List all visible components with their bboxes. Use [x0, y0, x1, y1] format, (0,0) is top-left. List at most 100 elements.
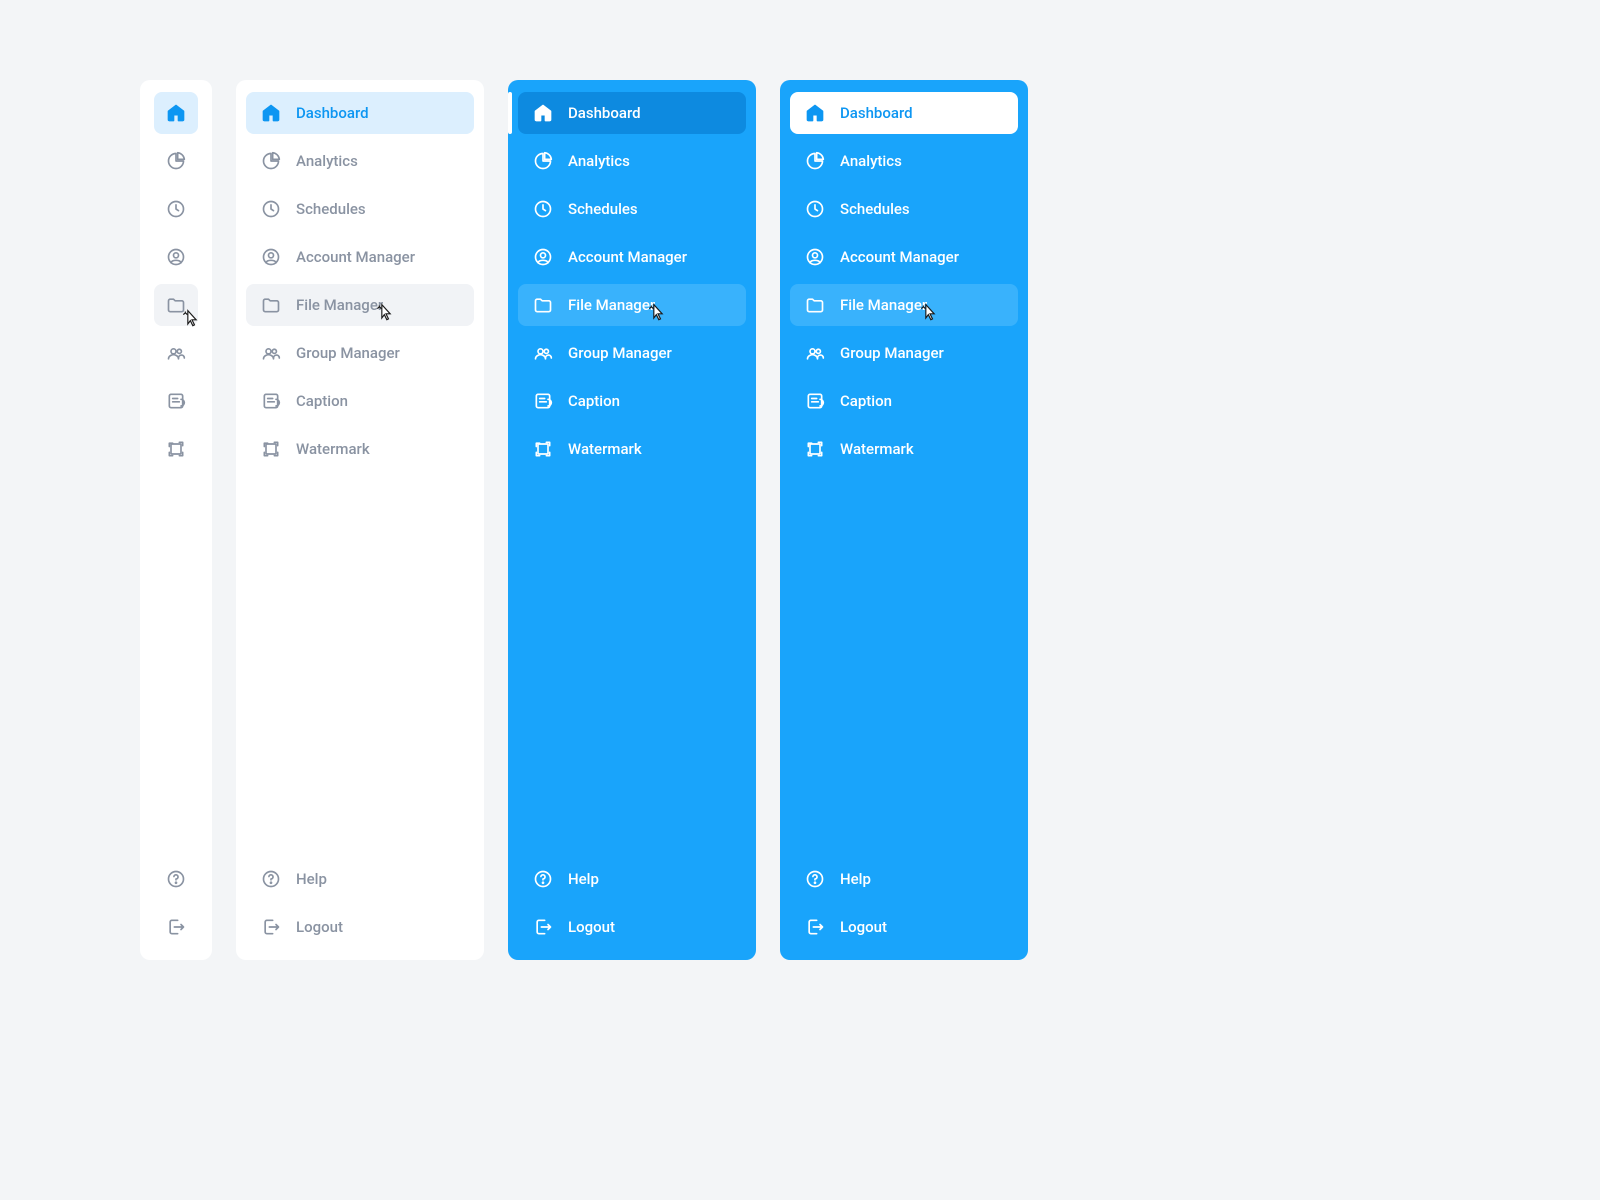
home-icon: [165, 102, 187, 124]
help-icon: [804, 868, 826, 890]
sidebar-item-analytics[interactable]: Analytics: [790, 140, 1018, 182]
sidebar-item-label: Account Manager: [296, 248, 415, 266]
sidebar-item-file-manager[interactable]: File Manager: [246, 284, 474, 326]
sidebar-item-watermark[interactable]: Watermark: [790, 428, 1018, 470]
footer-group: Help Logout: [790, 858, 1018, 948]
caption-icon: [804, 390, 826, 412]
sidebar-item-account-manager[interactable]: Account Manager: [518, 236, 746, 278]
clock-icon: [804, 198, 826, 220]
sidebar-item-help[interactable]: Help: [790, 858, 1018, 900]
sidebar-item-file-manager[interactable]: File Manager: [154, 284, 198, 326]
watermark-icon: [804, 438, 826, 460]
watermark-icon: [532, 438, 554, 460]
sidebar-item-dashboard[interactable]: Dashboard: [154, 92, 198, 134]
sidebar-item-label: Caption: [296, 392, 348, 410]
sidebar-item-group-manager[interactable]: Group Manager: [154, 332, 198, 374]
footer-group: Help Logout: [154, 858, 198, 948]
sidebar-variants-stage: Dashboard Analytics Schedules Account Manag…: [0, 0, 1600, 1040]
group-icon: [165, 342, 187, 364]
group-icon: [532, 342, 554, 364]
sidebar-item-logout[interactable]: Logout: [518, 906, 746, 948]
sidebar-item-logout[interactable]: Logout: [790, 906, 1018, 948]
sidebar-item-group-manager[interactable]: Group Manager: [246, 332, 474, 374]
clock-icon: [260, 198, 282, 220]
sidebar-item-watermark[interactable]: Watermark: [518, 428, 746, 470]
sidebar-item-label: Analytics: [840, 152, 902, 170]
nav-group: Dashboard Analytics Schedules Account Manag…: [154, 92, 198, 858]
sidebar-item-label: Dashboard: [840, 104, 913, 122]
help-icon: [260, 868, 282, 890]
caption-icon: [532, 390, 554, 412]
sidebar-item-caption[interactable]: Caption: [246, 380, 474, 422]
watermark-icon: [165, 438, 187, 460]
caption-icon: [165, 390, 187, 412]
sidebar-item-label: Logout: [568, 918, 615, 936]
sidebar-item-schedules[interactable]: Schedules: [154, 188, 198, 230]
home-icon: [260, 102, 282, 124]
home-icon: [532, 102, 554, 124]
folder-icon: [804, 294, 826, 316]
nav-group: Dashboard Analytics Schedules Account Manag…: [518, 92, 746, 858]
sidebar-item-group-manager[interactable]: Group Manager: [518, 332, 746, 374]
sidebar-item-account-manager[interactable]: Account Manager: [790, 236, 1018, 278]
sidebar-item-analytics[interactable]: Analytics: [518, 140, 746, 182]
piechart-icon: [165, 150, 187, 172]
sidebar-expanded-blue-pill: Dashboard Analytics Schedules Account Manag…: [780, 80, 1028, 960]
sidebar-item-label: Group Manager: [568, 344, 672, 362]
sidebar-item-label: File Manager: [840, 296, 927, 314]
sidebar-item-help[interactable]: Help: [246, 858, 474, 900]
sidebar-item-label: Help: [840, 870, 871, 888]
sidebar-item-label: Help: [568, 870, 599, 888]
sidebar-item-label: Watermark: [296, 440, 370, 458]
sidebar-item-label: Account Manager: [568, 248, 687, 266]
sidebar-expanded-light: Dashboard Analytics Schedules Account Manag…: [236, 80, 484, 960]
sidebar-item-dashboard[interactable]: Dashboard: [518, 92, 746, 134]
sidebar-item-label: Schedules: [296, 200, 366, 218]
sidebar-item-schedules[interactable]: Schedules: [518, 188, 746, 230]
user-icon: [260, 246, 282, 268]
sidebar-item-label: Watermark: [568, 440, 642, 458]
sidebar-item-account-manager[interactable]: Account Manager: [246, 236, 474, 278]
sidebar-item-label: Dashboard: [568, 104, 641, 122]
sidebar-item-analytics[interactable]: Analytics: [246, 140, 474, 182]
sidebar-item-logout[interactable]: Logout: [246, 906, 474, 948]
clock-icon: [532, 198, 554, 220]
footer-group: Help Logout: [518, 858, 746, 948]
sidebar-item-watermark[interactable]: Watermark: [154, 428, 198, 470]
sidebar-item-caption[interactable]: Caption: [154, 380, 198, 422]
home-icon: [804, 102, 826, 124]
sidebar-item-file-manager[interactable]: File Manager: [790, 284, 1018, 326]
sidebar-item-help[interactable]: Help: [154, 858, 198, 900]
piechart-icon: [260, 150, 282, 172]
logout-icon: [804, 916, 826, 938]
help-icon: [532, 868, 554, 890]
sidebar-item-analytics[interactable]: Analytics: [154, 140, 198, 182]
footer-group: Help Logout: [246, 858, 474, 948]
sidebar-item-dashboard[interactable]: Dashboard: [790, 92, 1018, 134]
group-icon: [260, 342, 282, 364]
sidebar-item-label: Schedules: [568, 200, 638, 218]
sidebar-item-label: Account Manager: [840, 248, 959, 266]
logout-icon: [165, 916, 187, 938]
sidebar-item-schedules[interactable]: Schedules: [246, 188, 474, 230]
folder-icon: [532, 294, 554, 316]
sidebar-item-dashboard[interactable]: Dashboard: [246, 92, 474, 134]
sidebar-item-schedules[interactable]: Schedules: [790, 188, 1018, 230]
sidebar-item-label: Analytics: [568, 152, 630, 170]
sidebar-item-file-manager[interactable]: File Manager: [518, 284, 746, 326]
folder-icon: [260, 294, 282, 316]
sidebar-item-caption[interactable]: Caption: [518, 380, 746, 422]
user-icon: [165, 246, 187, 268]
sidebar-item-label: Group Manager: [296, 344, 400, 362]
sidebar-item-logout[interactable]: Logout: [154, 906, 198, 948]
sidebar-item-account-manager[interactable]: Account Manager: [154, 236, 198, 278]
sidebar-item-label: Schedules: [840, 200, 910, 218]
caption-icon: [260, 390, 282, 412]
clock-icon: [165, 198, 187, 220]
user-icon: [804, 246, 826, 268]
nav-group: Dashboard Analytics Schedules Account Manag…: [790, 92, 1018, 858]
sidebar-item-watermark[interactable]: Watermark: [246, 428, 474, 470]
sidebar-item-group-manager[interactable]: Group Manager: [790, 332, 1018, 374]
sidebar-item-help[interactable]: Help: [518, 858, 746, 900]
sidebar-item-caption[interactable]: Caption: [790, 380, 1018, 422]
